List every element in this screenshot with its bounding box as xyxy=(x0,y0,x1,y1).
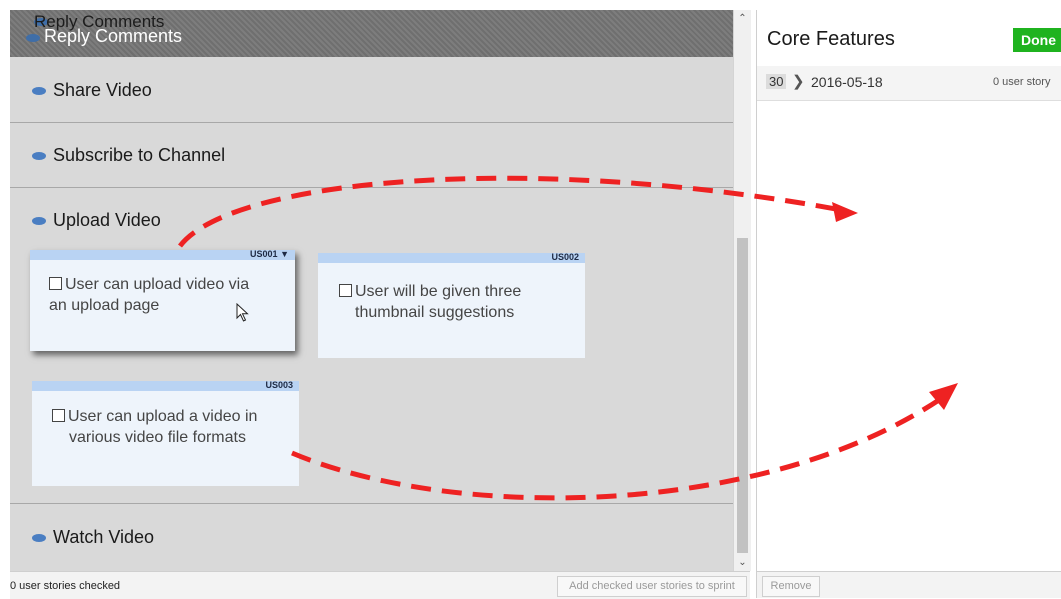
drag-arrow-bottom xyxy=(291,395,944,501)
arrowhead-icon xyxy=(832,202,858,222)
drag-arrows-overlay xyxy=(178,175,958,501)
drag-arrow-top xyxy=(178,175,837,248)
